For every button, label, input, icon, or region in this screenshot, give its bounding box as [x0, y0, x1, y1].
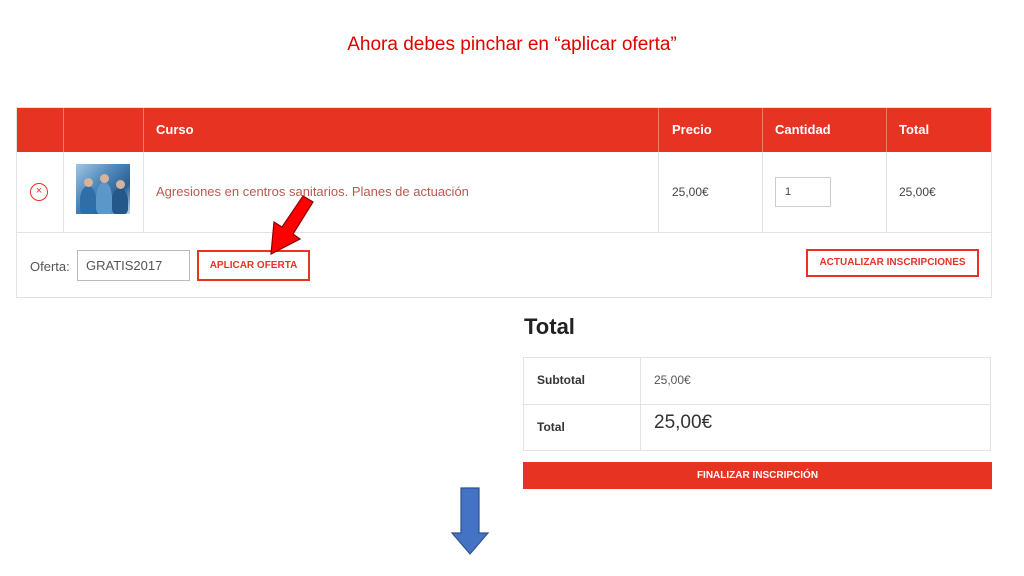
cart-table-header: Curso Precio Cantidad Total: [17, 108, 991, 152]
cart-table: Curso Precio Cantidad Total × Agresiones…: [16, 107, 992, 298]
total-label: Total: [537, 420, 565, 434]
checkout-button[interactable]: FINALIZAR INSCRIPCIÓN: [523, 462, 992, 489]
coupon-label: Oferta:: [30, 259, 70, 274]
header-quantity: Cantidad: [775, 122, 831, 137]
header-price: Precio: [672, 122, 712, 137]
subtotal-row: Subtotal 25,00€: [524, 358, 990, 405]
header-course: Curso: [156, 122, 194, 137]
header-total: Total: [899, 122, 930, 137]
coupon-input[interactable]: GRATIS2017: [77, 250, 190, 281]
update-cart-button[interactable]: ACTUALIZAR INSCRIPCIONES: [806, 249, 979, 277]
red-arrow-annotation-icon: [270, 195, 314, 256]
surgery-photo-icon[interactable]: [76, 164, 130, 214]
item-price: 25,00€: [672, 185, 709, 199]
instruction-caption: Ahora debes pinchar en “aplicar oferta”: [347, 34, 677, 55]
totals-title: Total: [524, 314, 575, 339]
subtotal-label: Subtotal: [537, 373, 585, 387]
totals-table: Subtotal 25,00€ Total 25,00€: [523, 357, 991, 451]
coupon-row: Oferta: GRATIS2017 APLICAR OFERTA ACTUAL…: [17, 233, 991, 297]
blue-down-arrow-icon: [450, 487, 490, 555]
total-row: Total 25,00€: [524, 404, 990, 450]
subtotal-value: 25,00€: [654, 373, 691, 387]
remove-item-button[interactable]: ×: [30, 183, 48, 201]
table-row: × Agresiones en centros sanitarios. Plan…: [17, 152, 991, 233]
quantity-input[interactable]: 1: [775, 177, 831, 207]
total-value: 25,00€: [654, 412, 713, 433]
item-total: 25,00€: [899, 185, 936, 199]
